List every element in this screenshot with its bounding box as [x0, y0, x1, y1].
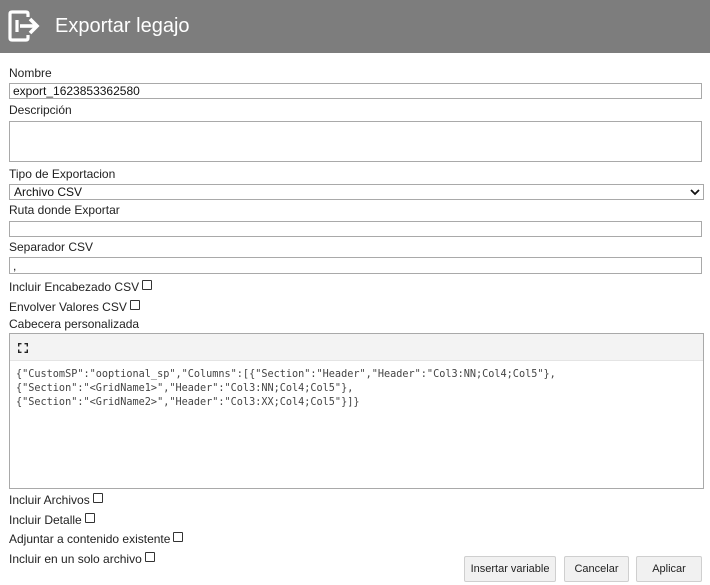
envolver-valores-label: Envolver Valores CSV: [9, 300, 127, 314]
incluir-encabezado-row: Incluir Encabezado CSV: [9, 280, 153, 294]
incluir-archivos-checkbox[interactable]: [92, 493, 103, 503]
descripcion-label: Descripción: [9, 103, 72, 117]
incluir-detalle-checkbox[interactable]: [84, 513, 95, 523]
incluir-archivos-row: Incluir Archivos: [9, 493, 103, 507]
separador-label: Separador CSV: [9, 240, 94, 254]
incluir-encabezado-checkbox[interactable]: [142, 280, 153, 290]
chevron-down-icon: [690, 189, 700, 196]
expand-icon[interactable]: [18, 343, 28, 353]
tipo-exportacion-label: Tipo de Exportacion: [9, 167, 116, 181]
separador-input[interactable]: [9, 257, 702, 274]
export-icon: [8, 10, 40, 42]
tipo-exportacion-select[interactable]: Archivo CSV: [9, 184, 704, 200]
un-solo-archivo-label: Incluir en un solo archivo: [9, 552, 142, 566]
adjuntar-row: Adjuntar a contenido existente: [9, 532, 184, 546]
ruta-input[interactable]: [9, 221, 702, 237]
incluir-encabezado-label: Incluir Encabezado CSV: [9, 280, 140, 294]
adjuntar-label: Adjuntar a contenido existente: [9, 532, 171, 546]
editor-toolbar: [10, 334, 703, 361]
descripcion-textarea[interactable]: [9, 121, 702, 162]
dialog-title: Exportar legajo: [55, 15, 190, 37]
incluir-detalle-label: Incluir Detalle: [9, 513, 82, 527]
dialog-header: Exportar legajo: [0, 0, 710, 53]
nombre-label: Nombre: [9, 66, 52, 80]
nombre-input[interactable]: [9, 83, 702, 99]
cabecera-code[interactable]: {"CustomSP":"ooptional_sp","Columns":[{"…: [16, 368, 556, 410]
ruta-label: Ruta donde Exportar: [9, 203, 120, 217]
un-solo-archivo-row: Incluir en un solo archivo: [9, 552, 155, 566]
cabecera-editor[interactable]: {"CustomSP":"ooptional_sp","Columns":[{"…: [9, 333, 704, 489]
tipo-exportacion-value: Archivo CSV: [14, 185, 83, 199]
incluir-archivos-label: Incluir Archivos: [9, 493, 90, 507]
apply-button[interactable]: Aplicar: [636, 556, 702, 582]
un-solo-archivo-checkbox[interactable]: [144, 552, 155, 562]
cancel-button[interactable]: Cancelar: [564, 556, 629, 582]
insertar-variable-button[interactable]: Insertar variable: [464, 556, 556, 582]
adjuntar-checkbox[interactable]: [173, 532, 184, 542]
incluir-detalle-row: Incluir Detalle: [9, 513, 95, 527]
envolver-valores-row: Envolver Valores CSV: [9, 300, 140, 314]
cabecera-label: Cabecera personalizada: [9, 317, 140, 331]
envolver-valores-checkbox[interactable]: [129, 300, 140, 310]
